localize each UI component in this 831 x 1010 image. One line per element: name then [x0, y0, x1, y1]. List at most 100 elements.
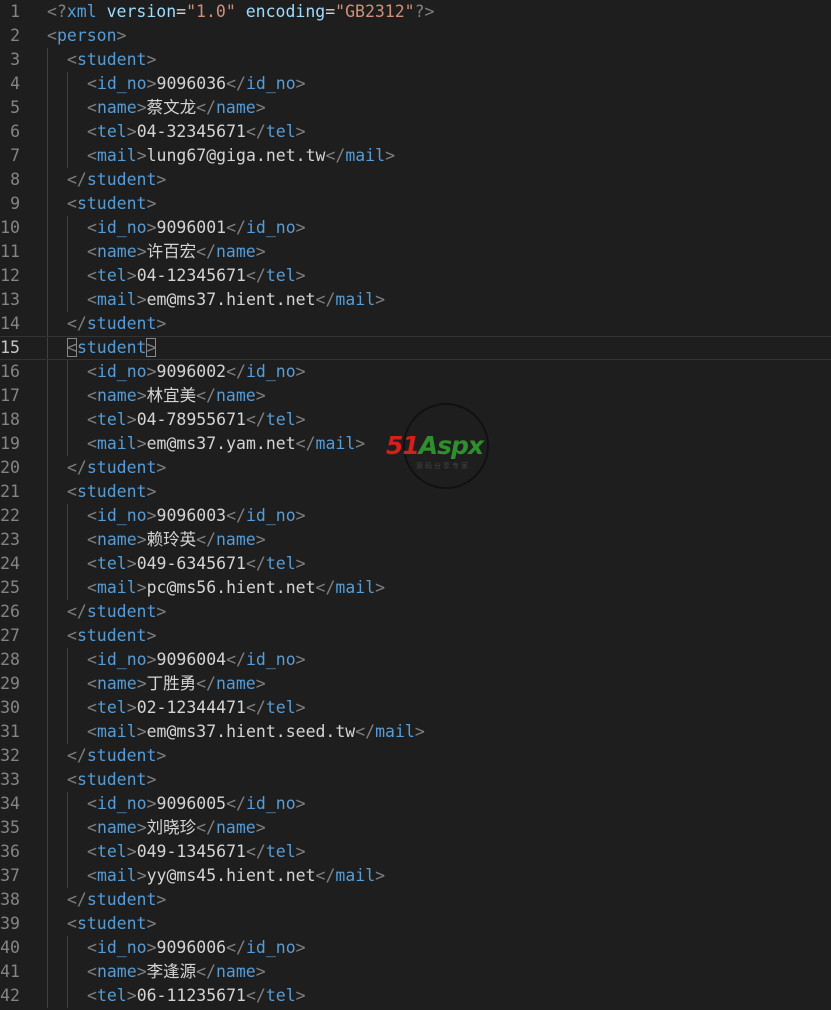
code-line[interactable]: 8 </student>	[0, 168, 831, 192]
xml-bracket: >	[255, 98, 266, 117]
xml-bracket: >	[295, 410, 306, 429]
code-line[interactable]: 37 <mail>yy@ms45.hient.net</mail>	[0, 864, 831, 888]
code-line[interactable]: 4 <id_no>9096036</id_no>	[0, 72, 831, 96]
code-line[interactable]: 14 </student>	[0, 312, 831, 336]
line-number: 20	[0, 458, 20, 477]
xml-bracket: >	[295, 650, 306, 669]
code-line[interactable]: 11 <name>许百宏</name>	[0, 240, 831, 264]
code-text: <name>许百宏</name>	[87, 240, 266, 264]
line-number: 24	[0, 554, 20, 573]
xml-text: 许百宏	[146, 242, 197, 261]
code-line[interactable]: 25 <mail>pc@ms56.hient.net</mail>	[0, 576, 831, 600]
code-text: <tel>04-12345671</tel>	[87, 264, 306, 288]
xml-bracket: <	[67, 770, 77, 789]
code-line[interactable]: 41 <name>李逢源</name>	[0, 960, 831, 984]
xml-bracket: >	[136, 242, 147, 261]
bracket-match-highlight: <	[67, 338, 77, 357]
code-line[interactable]: 13 <mail>em@ms37.hient.net</mail>	[0, 288, 831, 312]
xml-tag-name: mail	[96, 434, 137, 453]
xml-bracket: <	[87, 146, 97, 165]
line-number: 35	[0, 818, 20, 837]
code-text: <student>	[67, 192, 156, 216]
code-line[interactable]: 42 <tel>06-11235671</tel>	[0, 984, 831, 1008]
xml-tag-name: name	[96, 530, 137, 549]
line-number: 1	[10, 2, 20, 21]
xml-tag-name: name	[96, 242, 137, 261]
code-line[interactable]: 31 <mail>em@ms37.hient.seed.tw</mail>	[0, 720, 831, 744]
code-line[interactable]: 36 <tel>049-1345671</tel>	[0, 840, 831, 864]
xml-bracket: >	[156, 458, 167, 477]
xml-bracket: </	[67, 746, 87, 765]
xml-bracket: </	[67, 314, 87, 333]
xml-tag-name: id_no	[96, 362, 147, 381]
xml-bracket: >	[375, 866, 386, 885]
indent-guide	[47, 768, 48, 792]
xml-text: 林宜美	[146, 386, 197, 405]
code-editor[interactable]: 1 <?xml version="1.0" encoding="GB2312"?>…	[0, 0, 831, 1010]
code-line[interactable]: 1 <?xml version="1.0" encoding="GB2312"?>	[0, 0, 831, 24]
xml-text: pc@ms56.hient.net	[146, 578, 316, 597]
code-line[interactable]: 16 <id_no>9096002</id_no>	[0, 360, 831, 384]
xml-text: 9096006	[156, 938, 227, 957]
code-line[interactable]: 2 <person>	[0, 24, 831, 48]
code-text: <tel>049-6345671</tel>	[87, 552, 306, 576]
xml-tag-name: name	[216, 242, 256, 261]
code-line[interactable]: 33 <student>	[0, 768, 831, 792]
xml-tag-name: id_no	[96, 938, 147, 957]
xml-bracket: </	[226, 794, 246, 813]
xml-tag-name: tel	[96, 554, 127, 573]
code-line[interactable]: 24 <tel>049-6345671</tel>	[0, 552, 831, 576]
indent-guide	[67, 792, 68, 816]
indent-guide	[67, 504, 68, 528]
indent-guide	[47, 120, 48, 144]
code-line[interactable]: 39 <student>	[0, 912, 831, 936]
code-line[interactable]: 27 <student>	[0, 624, 831, 648]
code-line[interactable]: 40 <id_no>9096006</id_no>	[0, 936, 831, 960]
xml-tag-name: student	[86, 314, 157, 333]
xml-bracket: >	[146, 914, 157, 933]
code-text: <student>	[67, 624, 156, 648]
xml-bracket: >	[136, 866, 147, 885]
xml-tag-name: mail	[345, 146, 386, 165]
xml-text: 9096005	[156, 794, 227, 813]
code-line[interactable]: 30 <tel>02-12344471</tel>	[0, 696, 831, 720]
xml-tag-name: xml	[66, 2, 97, 21]
code-line[interactable]: 34 <id_no>9096005</id_no>	[0, 792, 831, 816]
xml-bracket: >	[146, 218, 157, 237]
code-line[interactable]: 23 <name>赖玲英</name>	[0, 528, 831, 552]
xml-bracket: <	[87, 362, 97, 381]
code-line[interactable]: 9 <student>	[0, 192, 831, 216]
indent-guide	[47, 936, 48, 960]
code-text: <id_no>9096036</id_no>	[87, 72, 306, 96]
code-text: <id_no>9096002</id_no>	[87, 360, 306, 384]
code-line[interactable]: 35 <name>刘晓珍</name>	[0, 816, 831, 840]
code-line[interactable]: 26 </student>	[0, 600, 831, 624]
code-line[interactable]: 7 <mail>lung67@giga.net.tw</mail>	[0, 144, 831, 168]
xml-bracket: <	[87, 794, 97, 813]
indent-guide	[67, 576, 68, 600]
code-line[interactable]: 28 <id_no>9096004</id_no>	[0, 648, 831, 672]
code-line[interactable]: 3 <student>	[0, 48, 831, 72]
code-line[interactable]: 15 <student>	[0, 336, 831, 360]
xml-tag-name: name	[96, 818, 137, 837]
xml-bracket: <	[87, 674, 97, 693]
xml-text: 9096036	[156, 74, 227, 93]
indent-guide	[47, 96, 48, 120]
code-line[interactable]: 10 <id_no>9096001</id_no>	[0, 216, 831, 240]
code-line[interactable]: 38 </student>	[0, 888, 831, 912]
indent-guide	[47, 552, 48, 576]
xml-tag-name: student	[86, 458, 157, 477]
xml-tag-name: mail	[335, 290, 376, 309]
code-line[interactable]: 5 <name>蔡文龙</name>	[0, 96, 831, 120]
code-line[interactable]: 22 <id_no>9096003</id_no>	[0, 504, 831, 528]
xml-text: em@ms37.hient.seed.tw	[146, 722, 356, 741]
code-line[interactable]: 6 <tel>04-32345671</tel>	[0, 120, 831, 144]
xml-bracket: >	[126, 554, 137, 573]
code-line[interactable]: 32 </student>	[0, 744, 831, 768]
indent-guide	[47, 744, 48, 768]
code-text: </student>	[67, 456, 166, 480]
xml-bracket: >	[136, 578, 147, 597]
xml-bracket: <	[87, 410, 97, 429]
code-line[interactable]: 12 <tel>04-12345671</tel>	[0, 264, 831, 288]
code-line[interactable]: 29 <name>丁胜勇</name>	[0, 672, 831, 696]
